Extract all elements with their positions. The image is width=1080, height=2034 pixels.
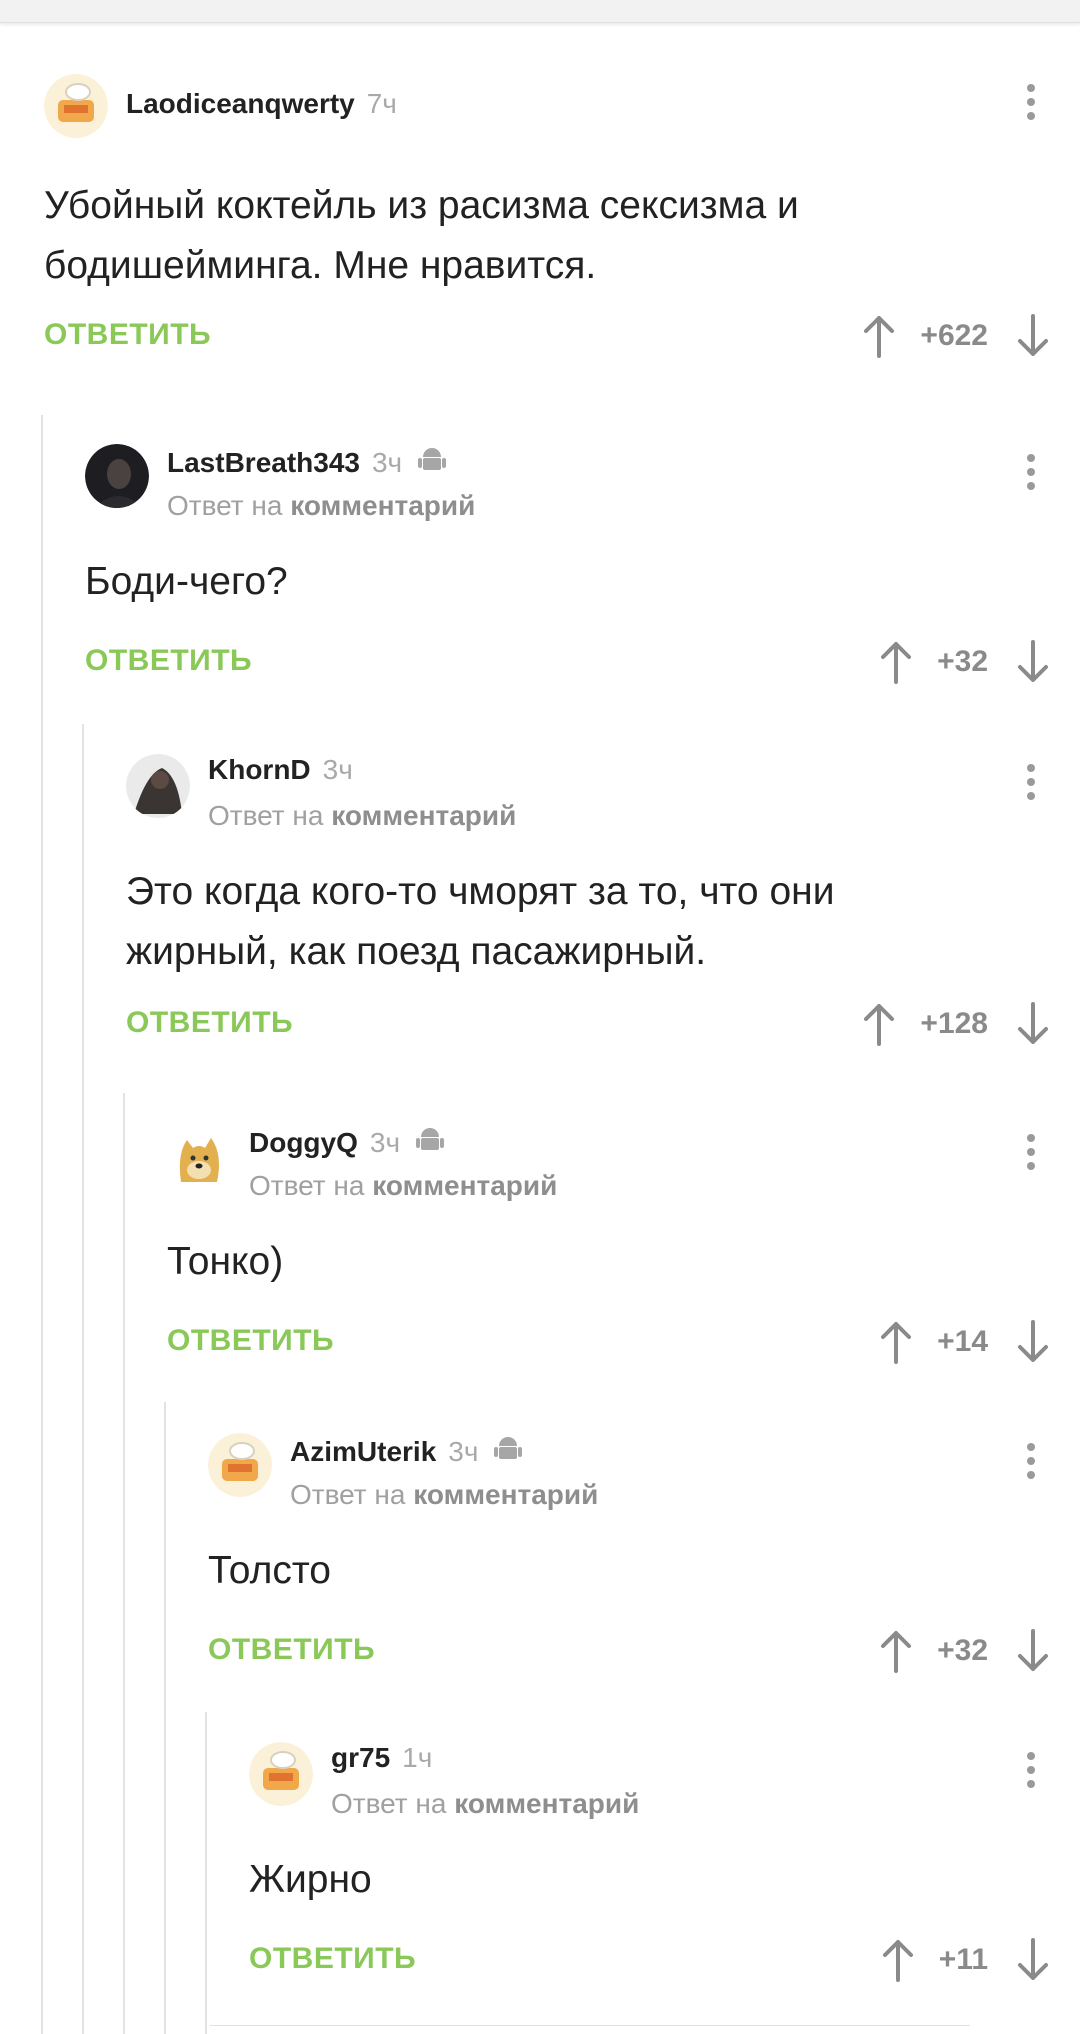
default-avatar-icon <box>249 1742 313 1806</box>
more-vertical-icon[interactable] <box>1026 764 1036 804</box>
android-icon <box>414 1124 446 1163</box>
thread-line <box>164 1402 166 2034</box>
downvote-arrow-icon[interactable] <box>1016 1938 1050 1982</box>
comment: Laodiceanqwerty 7ч Убойный коктейль из ра… <box>44 74 1080 366</box>
comment-time: 3ч <box>369 1127 401 1158</box>
reply-to: Ответ на комментарий <box>249 1170 558 1201</box>
downvote-arrow-icon[interactable] <box>1016 1002 1050 1046</box>
comment: gr75 1ч Ответ на комментарий Жирно ОТВЕТИ… <box>249 1742 1080 1990</box>
android-icon <box>492 1433 524 1472</box>
downvote-arrow-icon[interactable] <box>1016 640 1050 684</box>
comment-time: 3ч <box>371 447 403 478</box>
reply-to-link[interactable]: комментарий <box>413 1479 598 1510</box>
more-vertical-icon[interactable] <box>1026 1752 1036 1792</box>
downvote-arrow-icon[interactable] <box>1016 1629 1050 1673</box>
comment-time: 7ч <box>366 88 397 119</box>
doge-avatar-icon <box>167 1124 231 1188</box>
upvote-arrow-icon[interactable] <box>881 1938 915 1982</box>
comment: DoggyQ 3ч Ответ на комментарий Тонко) ОТВ… <box>167 1124 1080 1372</box>
upvote-arrow-icon[interactable] <box>879 1629 913 1673</box>
more-vertical-icon[interactable] <box>1026 84 1036 124</box>
username[interactable]: AzimUterik 3ч <box>290 1433 524 1472</box>
avatar[interactable] <box>208 1433 272 1497</box>
reply-button[interactable]: ОТВЕТИТЬ <box>208 1633 375 1667</box>
thread-line <box>205 1712 207 2034</box>
score: +11 <box>938 1943 988 1976</box>
reply-to-link[interactable]: комментарий <box>454 1788 639 1819</box>
thread-line <box>123 1093 125 2034</box>
next-comment-edge <box>210 2025 970 2034</box>
reply-button[interactable]: ОТВЕТИТЬ <box>126 1006 293 1040</box>
score: +32 <box>937 645 988 678</box>
score: +32 <box>937 1634 988 1667</box>
thread-line <box>41 415 43 2034</box>
reply-button[interactable]: ОТВЕТИТЬ <box>44 318 211 352</box>
reply-to: Ответ на комментарий <box>167 490 476 521</box>
reply-button[interactable]: ОТВЕТИТЬ <box>85 644 252 678</box>
upvote-arrow-icon[interactable] <box>862 1002 896 1046</box>
score: +622 <box>920 319 988 352</box>
reply-to: Ответ на комментарий <box>331 1788 640 1819</box>
more-vertical-icon[interactable] <box>1026 454 1036 494</box>
score: +128 <box>920 1007 988 1040</box>
comment: KhornD 3ч Ответ на комментарий Это когда … <box>126 754 1080 1054</box>
comment-time: 3ч <box>448 1436 479 1467</box>
upvote-arrow-icon[interactable] <box>879 640 913 684</box>
comment-text: Жирно <box>249 1858 372 1901</box>
user-photo-icon <box>126 754 190 818</box>
downvote-arrow-icon[interactable] <box>1016 1320 1050 1364</box>
comment-text: Толсто <box>208 1549 331 1592</box>
default-avatar-icon <box>44 74 108 138</box>
username[interactable]: KhornD 3ч <box>208 754 353 786</box>
avatar[interactable] <box>167 1124 231 1188</box>
score: +14 <box>937 1325 988 1358</box>
comment-time: 1ч <box>402 1742 433 1773</box>
avatar[interactable] <box>126 754 190 818</box>
comment-text: Тонко) <box>167 1240 284 1283</box>
more-vertical-icon[interactable] <box>1026 1443 1036 1483</box>
default-avatar-icon <box>208 1433 272 1497</box>
comment-text: Убойный коктейль из расизма сексизма и б… <box>44 184 799 287</box>
comment-text: Боди-чего? <box>85 560 288 603</box>
reply-to-link[interactable]: комментарий <box>290 490 475 521</box>
top-bar <box>0 0 1080 23</box>
reply-button[interactable]: ОТВЕТИТЬ <box>249 1942 416 1976</box>
username[interactable]: DoggyQ 3ч <box>249 1124 446 1163</box>
comment: LastBreath343 3ч Ответ на комментарий Бод… <box>85 444 1080 692</box>
reply-button[interactable]: ОТВЕТИТЬ <box>167 1324 334 1358</box>
username[interactable]: gr75 1ч <box>331 1742 432 1774</box>
comment-text: Это когда кого-то чморят за то, что они … <box>126 870 835 973</box>
downvote-arrow-icon[interactable] <box>1016 314 1050 358</box>
comment-time: 3ч <box>322 754 353 785</box>
reply-to-link[interactable]: комментарий <box>372 1170 557 1201</box>
thread-line <box>82 724 84 2034</box>
comment: AzimUterik 3ч Ответ на комментарий Толсто… <box>208 1433 1080 1681</box>
username[interactable]: LastBreath343 3ч <box>167 444 448 483</box>
reply-to-link[interactable]: комментарий <box>331 800 516 831</box>
android-icon <box>416 444 448 483</box>
upvote-arrow-icon[interactable] <box>862 314 896 358</box>
avatar[interactable] <box>249 1742 313 1806</box>
avatar[interactable] <box>85 444 149 508</box>
username[interactable]: Laodiceanqwerty 7ч <box>126 88 397 120</box>
more-vertical-icon[interactable] <box>1026 1134 1036 1174</box>
user-photo-icon <box>85 444 149 508</box>
reply-to: Ответ на комментарий <box>290 1479 599 1510</box>
upvote-arrow-icon[interactable] <box>879 1320 913 1364</box>
reply-to: Ответ на комментарий <box>208 800 517 831</box>
avatar[interactable] <box>44 74 108 138</box>
